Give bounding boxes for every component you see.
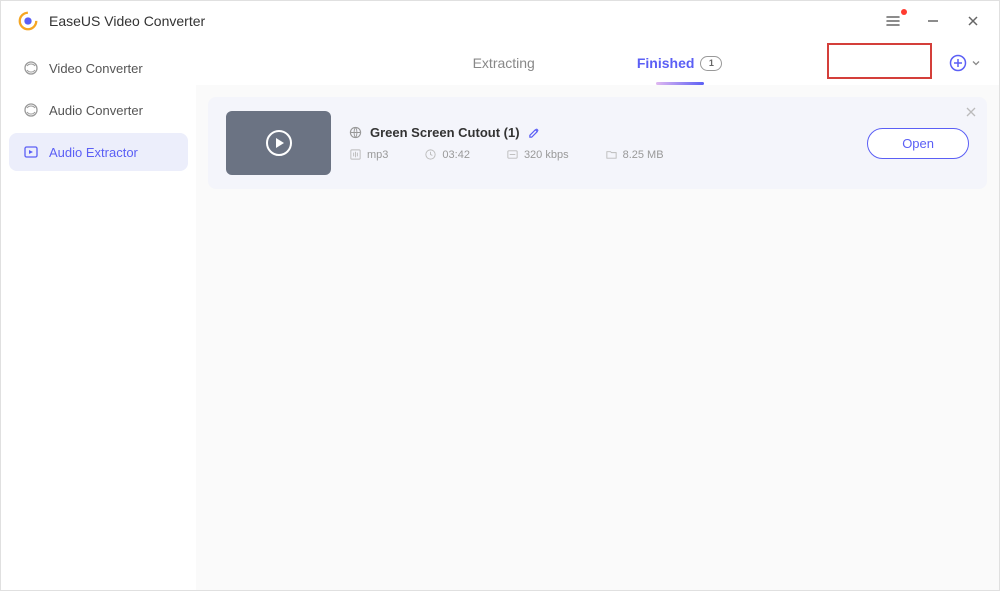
card-close-button[interactable] (965, 105, 977, 121)
close-icon (965, 106, 977, 118)
main-panel: Extracting Finished 1 (196, 41, 999, 590)
add-button[interactable] (949, 54, 981, 72)
tab-extracting[interactable]: Extracting (467, 41, 541, 85)
plus-circle-icon (949, 54, 967, 72)
meta-size: 8.25 MB (605, 148, 664, 161)
thumbnail-play[interactable] (226, 111, 331, 175)
globe-icon (349, 126, 362, 139)
app-logo-icon (17, 10, 39, 32)
tab-count-badge: 1 (700, 56, 722, 71)
tab-underline (656, 82, 704, 85)
sidebar-label: Audio Converter (49, 103, 143, 118)
open-button[interactable]: Open (867, 128, 969, 159)
audio-extractor-icon (23, 144, 39, 160)
app-window: EaseUS Video Converter Video Converter (0, 0, 1000, 591)
app-body: Video Converter Audio Converter Audio Ex… (1, 41, 999, 590)
annotation-highlight (827, 43, 932, 79)
card-info: Green Screen Cutout (1) mp3 03:42 (349, 125, 849, 161)
size-value: 8.25 MB (623, 149, 664, 161)
folder-icon (605, 148, 618, 161)
chevron-down-icon (971, 58, 981, 68)
tab-finished[interactable]: Finished 1 (631, 41, 729, 85)
notification-dot-icon (901, 9, 907, 15)
audio-converter-icon (23, 102, 39, 118)
close-window-button[interactable] (963, 11, 983, 31)
sidebar-label: Audio Extractor (49, 145, 138, 160)
duration-value: 03:42 (442, 149, 470, 161)
content-area: Green Screen Cutout (1) mp3 03:42 (196, 85, 999, 590)
titlebar: EaseUS Video Converter (1, 1, 999, 41)
sidebar-label: Video Converter (49, 61, 143, 76)
result-card: Green Screen Cutout (1) mp3 03:42 (208, 97, 987, 189)
sidebar: Video Converter Audio Converter Audio Ex… (1, 41, 196, 590)
sidebar-item-audio-extractor[interactable]: Audio Extractor (9, 133, 188, 171)
app-title: EaseUS Video Converter (49, 13, 205, 29)
titlebar-controls (883, 11, 983, 31)
tab-label: Finished (637, 55, 695, 71)
audio-file-icon (349, 148, 362, 161)
play-circle-icon (264, 128, 294, 158)
meta-duration: 03:42 (424, 148, 470, 161)
tabs: Extracting Finished 1 (196, 41, 999, 85)
format-value: mp3 (367, 149, 388, 161)
meta-format: mp3 (349, 148, 388, 161)
edit-icon[interactable] (528, 126, 541, 139)
clock-icon (424, 148, 437, 161)
close-icon (966, 14, 980, 28)
card-meta: mp3 03:42 320 kbps (349, 148, 849, 161)
hamburger-icon (885, 13, 901, 29)
bitrate-value: 320 kbps (524, 149, 569, 161)
file-title: Green Screen Cutout (1) (370, 125, 520, 140)
minimize-icon (926, 14, 940, 28)
minimize-button[interactable] (923, 11, 943, 31)
video-converter-icon (23, 60, 39, 76)
meta-bitrate: 320 kbps (506, 148, 569, 161)
menu-button[interactable] (883, 11, 903, 31)
sidebar-item-audio-converter[interactable]: Audio Converter (9, 91, 188, 129)
sidebar-item-video-converter[interactable]: Video Converter (9, 49, 188, 87)
tab-label: Extracting (473, 55, 535, 71)
card-title-row: Green Screen Cutout (1) (349, 125, 849, 140)
bitrate-icon (506, 148, 519, 161)
